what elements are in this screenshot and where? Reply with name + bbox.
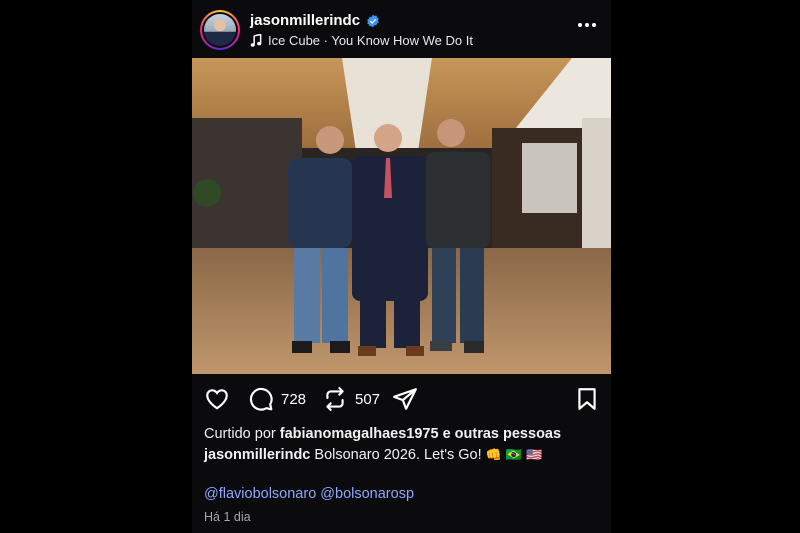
username[interactable]: jasonmillerindc — [250, 12, 360, 29]
heart-icon — [206, 389, 228, 410]
repost-icon — [326, 387, 344, 411]
action-bar: 728 507 — [192, 380, 611, 420]
mention-link[interactable]: @bolsonarosp — [320, 486, 414, 502]
liked-suffix[interactable]: e outras pessoas — [443, 426, 561, 442]
comment-icon — [249, 387, 273, 411]
caption-username[interactable]: jasonmillerindc — [204, 447, 310, 463]
music-label: Ice Cube · You Know How We Do It — [268, 33, 473, 48]
repost-count: 507 — [355, 390, 381, 408]
usa-flag-emoji: 🇺🇸 — [526, 447, 543, 462]
more-options-icon[interactable] — [577, 22, 597, 28]
post-card: jasonmillerindc Ice Cube · You Know How … — [192, 0, 611, 533]
verified-badge-icon — [367, 14, 379, 27]
liked-user[interactable]: fabianomagalhaes1975 — [280, 426, 439, 442]
post-timestamp: Há 1 dia — [204, 510, 251, 524]
comment-button[interactable]: 728 — [248, 386, 306, 412]
post-header: jasonmillerindc Ice Cube · You Know How … — [192, 0, 611, 58]
bookmark-icon — [578, 388, 596, 410]
music-link[interactable]: Ice Cube · You Know How We Do It — [250, 33, 473, 48]
share-icon — [393, 388, 417, 410]
liked-by-line: Curtido por fabianomagalhaes1975 e outra… — [204, 426, 561, 442]
liked-prefix: Curtido por — [204, 426, 276, 442]
post-photo[interactable] — [192, 58, 611, 374]
repost-button[interactable]: 507 — [322, 386, 380, 412]
mentions: @flaviobolsonaro @bolsonarosp — [204, 486, 414, 502]
caption: jasonmillerindc Bolsonaro 2026. Let's Go… — [204, 447, 542, 463]
share-button[interactable] — [392, 386, 418, 412]
music-note-icon — [250, 34, 262, 47]
fist-emoji: 👊 — [485, 447, 502, 462]
avatar[interactable] — [200, 10, 240, 50]
like-button[interactable] — [204, 386, 230, 412]
save-button[interactable] — [574, 386, 600, 412]
mention-link[interactable]: @flaviobolsonaro — [204, 486, 316, 502]
comment-count: 728 — [281, 390, 307, 408]
brazil-flag-emoji: 🇧🇷 — [505, 447, 523, 462]
caption-text: Bolsonaro 2026. Let's Go! — [314, 447, 482, 463]
